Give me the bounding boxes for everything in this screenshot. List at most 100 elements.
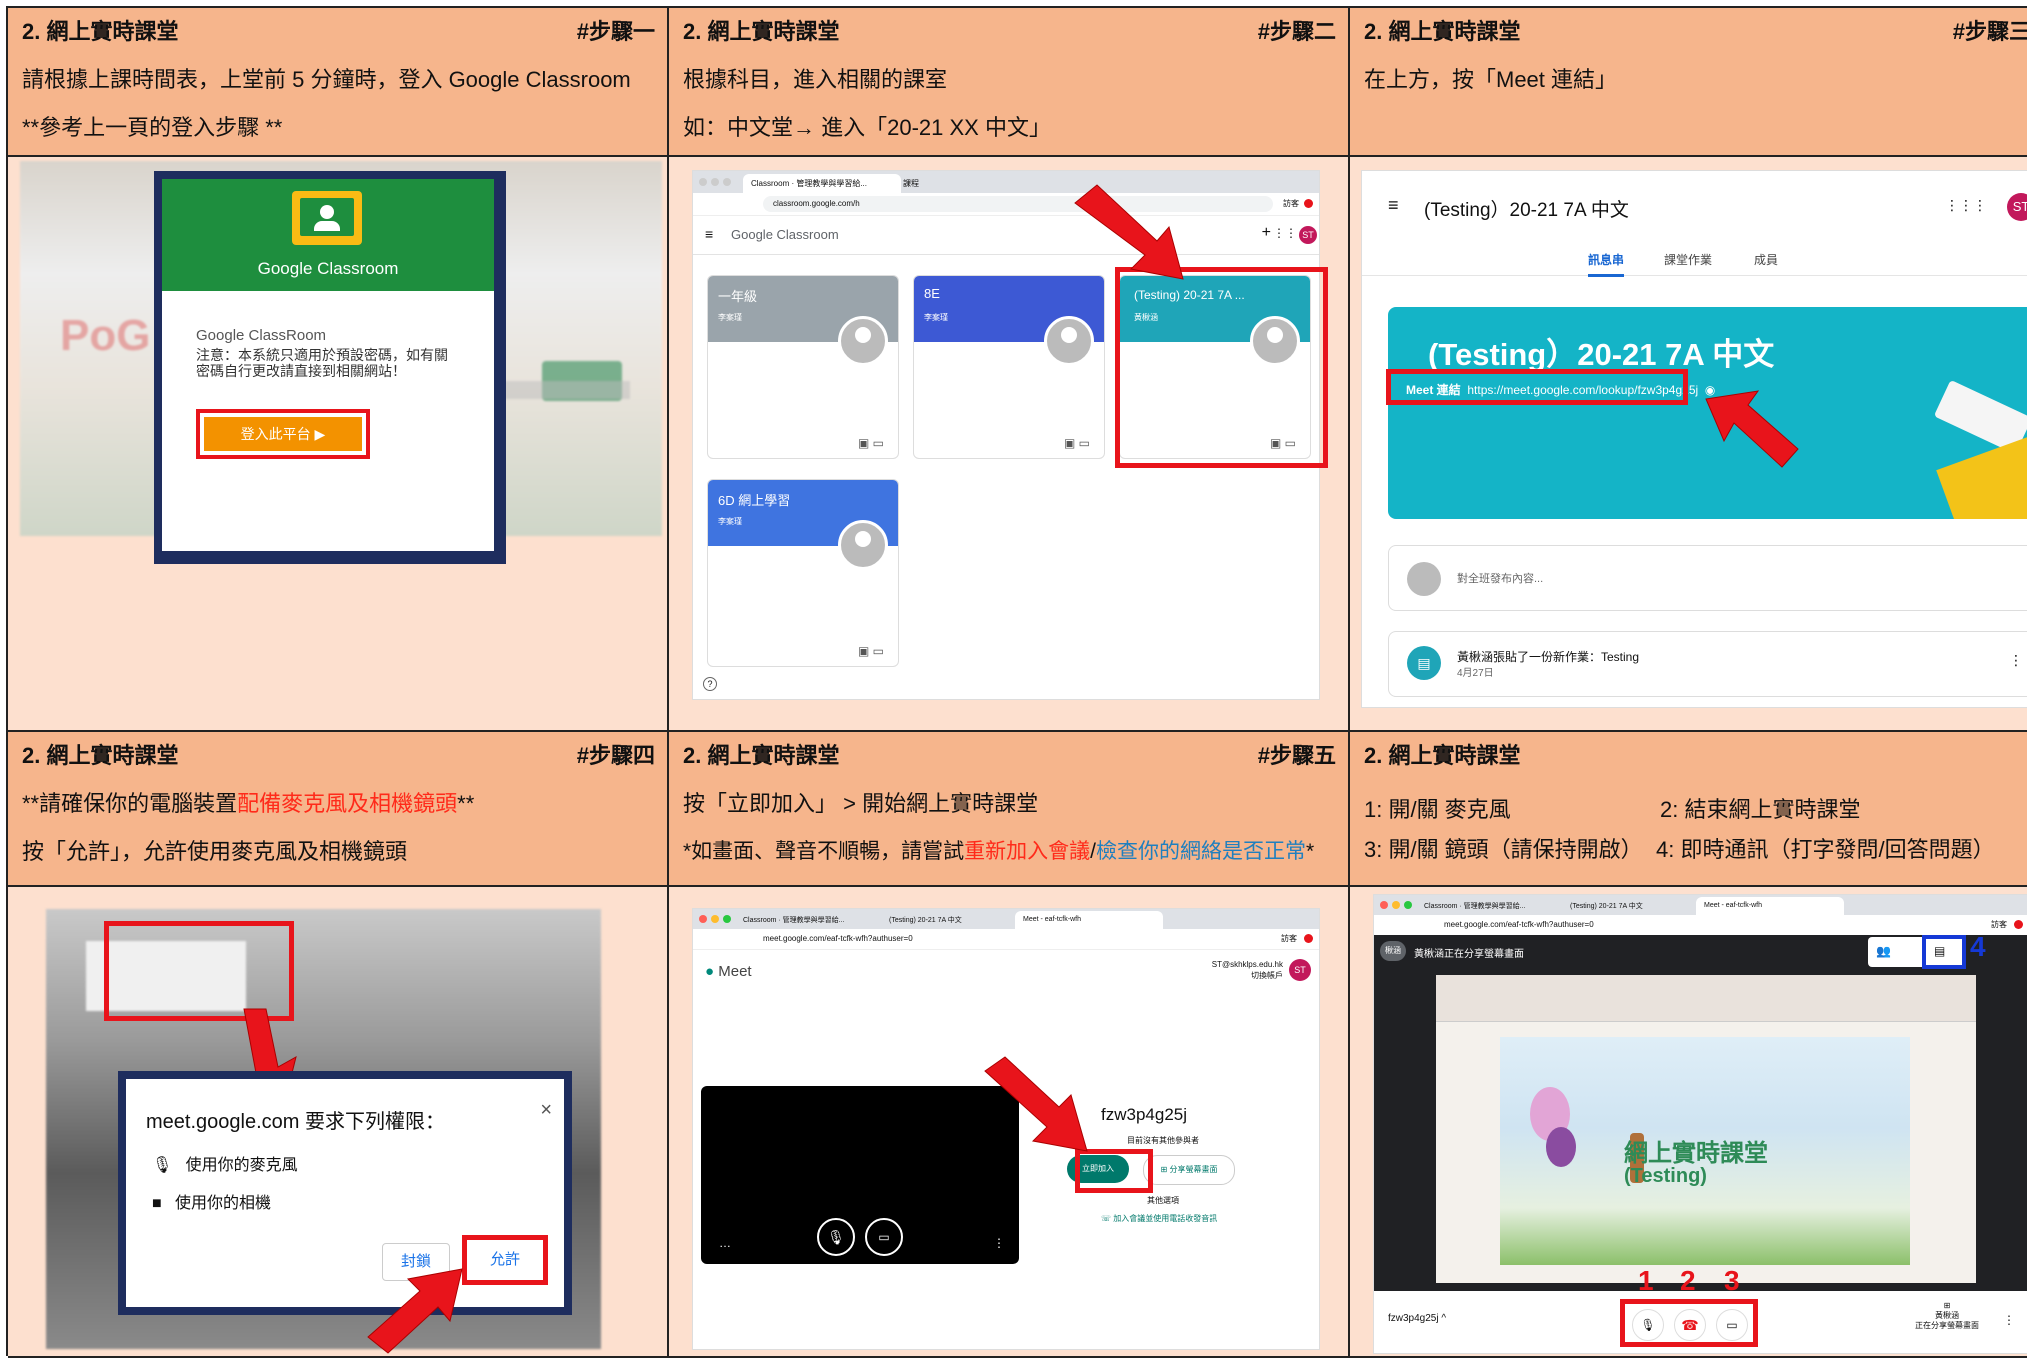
classroom-green-header: Google Classroom — [162, 179, 494, 291]
browser-tab[interactable]: Classroom · 管理教學與學習給... — [743, 912, 883, 929]
account-avatar[interactable]: ST — [1289, 959, 1311, 981]
step4-line2: 按「允許」，允許使用麥克風及相機鏡頭 — [22, 839, 408, 864]
assignment-icon: ▤ — [1407, 646, 1441, 680]
presenter-chip: 楸涵 — [1380, 941, 1406, 961]
step6-header: 2. 網上實時課堂 1: 開/關 麥克風 2: 結束網上實時課堂 3: 開/關 … — [1350, 732, 2027, 887]
apps-grid-icon[interactable]: ⋮⋮ — [1273, 226, 1297, 240]
menu-icon[interactable]: ≡ — [705, 226, 713, 242]
login-button-highlight: 登入此平台 ▶ — [196, 409, 370, 459]
login-button[interactable]: 登入此平台 ▶ — [204, 417, 362, 451]
tab-people[interactable]: 成員 — [1754, 251, 1778, 268]
card-folder-icon[interactable]: ▣ ▭ — [1064, 436, 1090, 450]
browser-tab[interactable]: 課程 — [903, 174, 1013, 193]
paddle-illustration — [1936, 429, 2027, 519]
mic-toggle[interactable]: 🎙 — [817, 1218, 855, 1256]
teacher-avatar — [838, 520, 888, 570]
highlight-box — [1075, 1149, 1153, 1193]
address-bar: classroom.google.com/h 訪客 — [693, 193, 1319, 216]
step3-body: ≡ (Testing）20-21 7A 中文 ⋮⋮⋮ ST 訊息串 課堂作業 成… — [1350, 157, 2027, 732]
teacher-avatar — [1044, 316, 1094, 366]
slide-canvas: 網上實時課堂 (Testing) — [1500, 1037, 1910, 1265]
callout-4: 4 — [1970, 931, 1986, 962]
help-icon[interactable]: ? — [703, 677, 717, 691]
present-button[interactable]: ⊞ 分享螢幕畫面 — [1143, 1155, 1235, 1185]
account-avatar[interactable]: ST — [2007, 193, 2027, 221]
class-card[interactable]: 6D 網上學習 李案瑾 ▣ ▭ — [707, 479, 899, 667]
assignment-post[interactable]: ▤ 黃楸涵張貼了一份新作業：Testing 4月27日 ⋮ — [1388, 631, 2027, 697]
red-arrow — [984, 1056, 1088, 1152]
update-icon[interactable] — [2014, 920, 2023, 929]
address-bar: meet.google.com/eaf-tcfk-wfh?authuser=0 … — [693, 929, 1319, 950]
red-arrow — [367, 1268, 463, 1354]
class-card-teacher: 李案瑾 — [718, 313, 742, 322]
step2-title: 2. 網上實時課堂 — [683, 19, 840, 44]
permission-frame: meet.google.com 要求下列權限： × 🎙 使用你的麥克風 ■ 使用… — [118, 1071, 572, 1315]
classroom-brand: Google Classroom — [257, 259, 399, 278]
step2-body: Classroom · 管理教學與學習給... 課程 classroom.goo… — [669, 157, 1350, 732]
step3-title: 2. 網上實時課堂 — [1364, 19, 1521, 44]
more-options-icon[interactable]: … — [719, 1236, 731, 1250]
account-info: ST@skhklps.edu.hk 切換帳戶 — [1211, 960, 1283, 980]
more-icon[interactable]: ⋮ — [2009, 652, 2023, 669]
phone-audio-link[interactable]: ☏ 加入會議並使用電話收發音訊 — [1101, 1213, 1217, 1224]
update-icon[interactable] — [1304, 934, 1313, 943]
browser-tab-active[interactable]: Meet - eaf-tcfk-wfh — [1696, 897, 1844, 915]
menu-icon[interactable]: ≡ — [1388, 195, 1399, 216]
perm-mic-row: 🎙 使用你的麥克風 — [152, 1157, 298, 1174]
step1-line1: 請根據上課時間表，上堂前 5 分鐘時，登入 Google Classroom — [22, 67, 631, 92]
class-card-teacher: 李案瑾 — [718, 517, 742, 526]
red-arrow — [1074, 184, 1184, 280]
step2-line2: 如：中文堂→ 進入「20-21 XX 中文」 — [683, 115, 1051, 140]
tab-stream[interactable]: 訊息串 — [1588, 251, 1625, 277]
step1-body: PoG Google Classroom Google ClassRoom 注意… — [8, 157, 669, 732]
meet-logo-icon: ● — [705, 963, 715, 980]
callout-1: 1 — [1638, 1265, 1654, 1296]
step5-header: 2. 網上實時課堂 #步驟五 按「立即加入」 > 開始網上實時課堂 *如畫面、聲音… — [669, 732, 1350, 887]
controls-highlight — [1620, 1299, 1758, 1347]
account-avatar[interactable]: ST — [1299, 226, 1317, 244]
step1-header: 2. 網上實時課堂 #步驟一 請根據上課時間表，上堂前 5 分鐘時，登入 Goog… — [8, 8, 669, 157]
class-card[interactable]: 8E 李案瑾 ▣ ▭ — [913, 275, 1105, 459]
browser-tab-active[interactable]: Meet - eaf-tcfk-wfh — [1015, 911, 1163, 929]
apps-grid-icon[interactable]: ⋮⋮⋮ — [1945, 197, 1987, 214]
post-author: 黃楸涵張貼了一份新作業：Testing — [1457, 650, 1640, 664]
url-field[interactable]: meet.google.com/eaf-tcfk-wfh?authuser=0 — [763, 932, 913, 946]
close-icon[interactable]: × — [540, 1099, 552, 1122]
presenter-info[interactable]: ⊞ 黃楸涵 正在分享螢幕畫面 — [1907, 1301, 1987, 1331]
card-folder-icon[interactable]: ▣ ▭ — [858, 644, 884, 658]
browser-tab[interactable]: Classroom · 管理教學與學習給... — [1424, 898, 1564, 915]
perm-cam-row: ■ 使用你的相機 — [152, 1195, 272, 1212]
people-icon[interactable]: 👥 — [1876, 944, 1891, 958]
class-card-name: 6D 網上學習 — [718, 493, 791, 508]
step1-tag: #步驟一 — [576, 19, 655, 44]
legend-chat: 4: 即時通訊（打字發問/回答問題） — [1656, 837, 1995, 862]
notice-text: 注意：本系統只適用於預設密碼，如有關密碼自行更改請直接到相關網站！ — [196, 347, 448, 379]
more-icon[interactable]: ⋮ — [993, 1236, 1005, 1250]
permission-site: meet.google.com 要求下列權限： — [146, 1111, 445, 1133]
step4-body: meet.google.com 要求下列權限： × 🎙 使用你的麥克風 ■ 使用… — [8, 887, 669, 1358]
class-card[interactable]: 一年級 李案瑾 ▣ ▭ — [707, 275, 899, 459]
update-icon[interactable] — [1304, 199, 1313, 208]
teacher-avatar — [838, 316, 888, 366]
browser-tab[interactable]: (Testing) 20-21 7A 中文 — [889, 912, 1009, 929]
highlight-box — [1386, 369, 1688, 405]
post-date: 4月27日 — [1457, 668, 1494, 679]
add-class-icon[interactable]: + — [1262, 224, 1271, 242]
class-card-teacher: 李案瑾 — [924, 313, 948, 322]
card-folder-icon[interactable]: ▣ ▭ — [858, 436, 884, 450]
more-icon[interactable]: ⋮ — [2003, 1313, 2015, 1327]
highlight-box — [104, 921, 294, 1021]
url-field[interactable]: meet.google.com/eaf-tcfk-wfh?authuser=0 — [1444, 918, 1594, 932]
header-brand: Google Classroom — [731, 227, 839, 242]
class-card-name: 8E — [924, 286, 940, 301]
browser-tab[interactable]: Classroom · 管理教學與學習給... — [743, 174, 901, 193]
browser-tab[interactable]: (Testing) 20-21 7A 中文 — [1570, 898, 1690, 915]
allow-button[interactable]: 允許 — [472, 1244, 538, 1276]
camera-toggle[interactable]: ▭ — [865, 1218, 903, 1256]
meeting-code[interactable]: fzw3p4g25j ^ — [1388, 1313, 1446, 1324]
tab-classwork[interactable]: 課堂作業 — [1664, 251, 1712, 268]
class-card-name: 一年級 — [718, 289, 758, 304]
post-box[interactable]: 對全班發布內容... — [1388, 545, 2027, 611]
legend-row-1: 1: 開/關 麥克風 2: 結束網上實時課堂 — [1350, 780, 2027, 824]
self-preview: 🎙 ▭ … ⋮ — [701, 1086, 1019, 1264]
